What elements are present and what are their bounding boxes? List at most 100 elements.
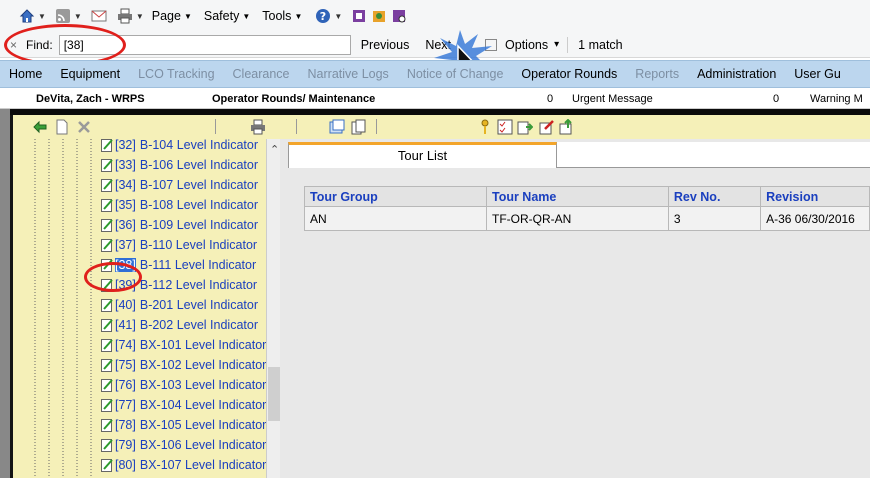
checklist-icon[interactable] — [496, 118, 514, 136]
divider — [376, 119, 377, 134]
tree-item-label: BX-105 Level Indicator — [139, 418, 266, 432]
tree-item-code: [76] — [115, 378, 136, 392]
warning-label[interactable]: Warning M — [810, 93, 863, 105]
back-icon[interactable] — [31, 118, 49, 136]
equipment-edit-icon — [101, 439, 113, 452]
refresh-icon[interactable] — [328, 118, 346, 136]
urgent-label[interactable]: Urgent Message — [572, 93, 653, 105]
delete-icon[interactable] — [75, 118, 93, 136]
tree-item[interactable]: [79] BX-106 Level Indicator — [101, 435, 266, 455]
feeds-dropdown-icon[interactable]: ▼ — [74, 12, 82, 21]
edit-icon[interactable] — [538, 118, 556, 136]
tree-item-code: [34] — [115, 178, 136, 192]
table-cell: TF-OR-QR-AN — [485, 206, 669, 231]
tree-item[interactable]: [80] BX-107 Level Indicator — [101, 455, 266, 475]
equipment-tree-panel: [32] B-104 Level Indicator [33] B-106 Level… — [10, 115, 283, 478]
tree-item[interactable]: [40] B-201 Level Indicator — [101, 295, 258, 315]
column-header-tour-name[interactable]: Tour Name — [485, 186, 669, 207]
tools-menu[interactable]: Tools ▼ — [262, 9, 302, 23]
equipment-edit-icon — [101, 379, 113, 392]
equipment-edit-icon — [101, 419, 113, 432]
print-icon[interactable] — [249, 118, 267, 136]
key-icon[interactable] — [476, 118, 494, 136]
equipment-edit-icon — [101, 299, 113, 312]
tree-item-code: [78] — [115, 418, 136, 432]
equipment-edit-icon — [101, 219, 113, 232]
nav-equipment[interactable]: Equipment — [51, 67, 129, 81]
equipment-edit-icon — [101, 199, 113, 212]
home-icon[interactable] — [18, 7, 36, 25]
column-header-rev-no[interactable]: Rev No. — [667, 186, 762, 207]
find-previous-button[interactable]: Previous — [361, 38, 410, 52]
nav-lco-tracking[interactable]: LCO Tracking — [129, 67, 223, 81]
tab-tour-list[interactable]: Tour List — [288, 142, 557, 168]
scroll-up-icon[interactable]: ⌃ — [270, 143, 279, 156]
equipment-edit-icon — [101, 179, 113, 192]
tree-item-label: B-107 Level Indicator — [139, 178, 258, 192]
tree-item[interactable]: [78] BX-105 Level Indicator — [101, 415, 266, 435]
tree-item[interactable]: [77] BX-104 Level Indicator — [101, 395, 266, 415]
tree-item[interactable]: [32] B-104 Level Indicator — [101, 139, 258, 155]
nav-user-guide[interactable]: User Gu — [785, 67, 850, 81]
equipment-edit-icon — [101, 139, 113, 152]
tree-item[interactable]: [41] B-202 Level Indicator — [101, 315, 258, 335]
help-dropdown-icon[interactable]: ▼ — [334, 12, 342, 21]
nav-narrative-logs[interactable]: Narrative Logs — [299, 67, 398, 81]
find-options-button[interactable]: Options ▾ — [505, 38, 559, 52]
copy-icon[interactable] — [350, 118, 368, 136]
tree-item[interactable]: [37] B-110 Level Indicator — [101, 235, 257, 255]
onenote-linked-icon[interactable] — [390, 7, 408, 25]
addon-icon[interactable] — [370, 7, 388, 25]
tree-item[interactable]: [36] B-109 Level Indicator — [101, 215, 258, 235]
tree-item-code: [74] — [115, 338, 136, 352]
app-nav-bar: Home Equipment LCO Tracking Clearance Na… — [0, 60, 870, 88]
nav-operator-rounds[interactable]: Operator Rounds — [512, 67, 626, 81]
find-match-count: 1 match — [578, 37, 623, 52]
tree-item[interactable]: [75] BX-102 Level Indicator — [101, 355, 266, 375]
divider — [296, 119, 297, 134]
onenote-icon[interactable] — [350, 7, 368, 25]
nav-administration[interactable]: Administration — [688, 67, 785, 81]
nav-clearance[interactable]: Clearance — [224, 67, 299, 81]
nav-notice-of-change[interactable]: Notice of Change — [398, 67, 513, 81]
tree-item-code: [33] — [115, 158, 136, 172]
tab-strip: Tour List — [288, 142, 870, 168]
table-header-row: Tour Group Tour Name Rev No. Revision — [304, 186, 870, 207]
page-menu[interactable]: Page ▼ — [152, 9, 192, 23]
tree-item-code: [37] — [115, 238, 136, 252]
column-header-tour-group[interactable]: Tour Group — [304, 186, 487, 207]
table-cell: A-36 06/30/2016 — [760, 206, 870, 231]
current-user: DeVita, Zach - WRPS — [36, 93, 145, 105]
safety-menu[interactable]: Safety ▼ — [204, 9, 250, 23]
tree-item[interactable]: [33] B-106 Level Indicator — [101, 155, 258, 175]
home-dropdown-icon[interactable]: ▼ — [38, 12, 46, 21]
print-icon[interactable] — [116, 7, 134, 25]
tree-toolbar — [13, 115, 280, 139]
tree-item-label: B-112 Level Indicator — [139, 278, 258, 292]
table-cell: AN — [304, 206, 487, 231]
mail-icon[interactable] — [90, 7, 108, 25]
nav-home[interactable]: Home — [0, 67, 51, 81]
tree-item-label: BX-104 Level Indicator — [139, 398, 266, 412]
tree-item[interactable]: [74] BX-101 Level Indicator — [101, 335, 266, 355]
tree-item-label: B-104 Level Indicator — [139, 139, 258, 152]
column-header-revision[interactable]: Revision — [760, 186, 870, 207]
tree-item-code: [32] — [115, 139, 136, 152]
tree-item[interactable]: [76] BX-103 Level Indicator — [101, 375, 266, 395]
print-dropdown-icon[interactable]: ▼ — [136, 12, 144, 21]
equipment-edit-icon — [101, 239, 113, 252]
tree-item-code: [41] — [115, 318, 136, 332]
tree-item-code: [35] — [115, 198, 136, 212]
nav-reports[interactable]: Reports — [626, 67, 688, 81]
assign-icon[interactable] — [516, 118, 534, 136]
export-icon[interactable] — [558, 118, 576, 136]
feeds-icon[interactable] — [54, 7, 72, 25]
tree-item-code: [77] — [115, 398, 136, 412]
table-row[interactable]: AN TF-OR-QR-AN 3 A-36 06/30/2016 — [304, 206, 870, 231]
tree-item[interactable]: [35] B-108 Level Indicator — [101, 195, 258, 215]
tree-item[interactable]: [34] B-107 Level Indicator — [101, 175, 258, 195]
tree-item-label: B-110 Level Indicator — [139, 238, 258, 252]
help-icon[interactable]: ? — [314, 7, 332, 25]
new-document-icon[interactable] — [53, 118, 71, 136]
divider — [215, 119, 216, 134]
